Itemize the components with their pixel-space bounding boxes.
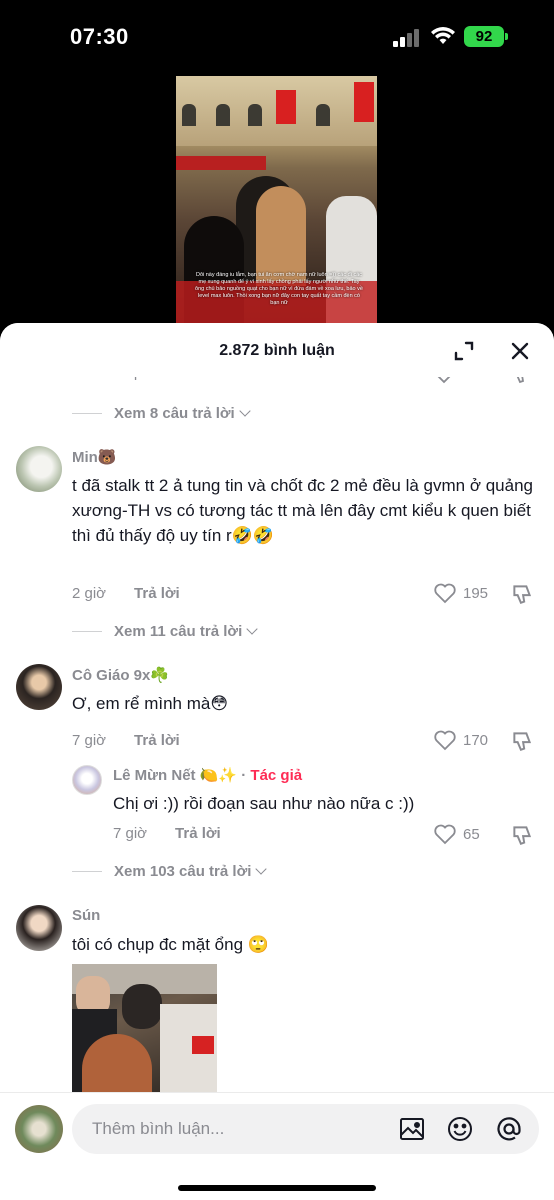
reply-author[interactable]: Lê Mừn Nết 🍋✨ · Tác giả [113, 766, 302, 784]
view-replies-button[interactable]: Xem 103 câu trả lời [72, 863, 268, 880]
chevron-down-icon [246, 623, 258, 635]
comment-text: tôi có chụp đc mặt ổng 🙄 [72, 935, 269, 954]
author-badge: Tác giả [250, 767, 303, 784]
expand-icon [454, 341, 474, 361]
video-window [182, 104, 196, 126]
view-replies-button[interactable]: Xem 8 câu trả lời [72, 405, 251, 422]
comment-author[interactable]: Sún [72, 907, 100, 924]
comment-text: Ơ, em rể mình mà😳 [72, 694, 229, 713]
video-person [256, 186, 306, 286]
reply-button[interactable]: Trả lời [134, 585, 180, 602]
avatar[interactable] [72, 765, 102, 795]
chevron-down-icon [239, 405, 251, 417]
divider [72, 631, 102, 632]
like-count: 65 [463, 825, 480, 843]
heart-icon [434, 583, 456, 604]
comment-time: 7 giờ [72, 732, 107, 749]
dislike-icon[interactable] [510, 729, 534, 753]
expand-button[interactable] [449, 336, 479, 366]
comment-text: Chị ơi :)) rồi đoạn sau như nào nữa c :)… [113, 794, 415, 813]
avatar[interactable] [16, 664, 62, 710]
home-indicator [178, 1185, 376, 1191]
video-sign [176, 156, 266, 170]
video-window [216, 104, 230, 126]
video-window [248, 104, 262, 126]
signal-icon [393, 29, 423, 47]
comment-photo[interactable] [72, 964, 217, 1094]
comment-time: 7 giờ [113, 825, 148, 842]
status-time: 07:30 [70, 24, 129, 49]
like-count: 170 [463, 731, 489, 749]
comment-text: t đã stalk tt 2 ả tung tin và chốt đc 2 … [72, 476, 533, 545]
dislike-icon[interactable] [510, 582, 534, 606]
dislike-icon[interactable] [510, 823, 534, 847]
comment-input[interactable] [92, 1104, 382, 1154]
photo-flag [192, 1036, 214, 1054]
view-replies-label: Xem 8 câu trả lời [114, 405, 235, 422]
wifi-icon [431, 27, 455, 44]
comment-input-wrapper [72, 1104, 539, 1154]
comment-meta: 2 giờ Trả lời [72, 585, 180, 602]
heart-icon [434, 824, 456, 845]
like-count: 195 [463, 584, 489, 602]
comment-sheet: 2.872 bình luận 32 phút Trả lời 101 Xem … [0, 323, 554, 1200]
sheet-header: 2.872 bình luận [0, 323, 554, 377]
reply-button[interactable]: Trả lời [175, 825, 221, 842]
divider [72, 413, 102, 414]
image-icon[interactable] [399, 1117, 425, 1141]
photo-fan [82, 1034, 152, 1094]
photo-person [122, 984, 162, 1029]
comment-author[interactable]: Min🐻 [72, 448, 117, 466]
mention-icon[interactable] [496, 1116, 522, 1142]
chevron-down-icon [255, 863, 268, 875]
view-replies-label: Xem 103 câu trả lời [114, 863, 252, 880]
heart-icon [434, 730, 456, 751]
comment-author[interactable]: Cô Giáo 9x☘️ [72, 666, 169, 684]
avatar[interactable] [16, 905, 62, 951]
avatar[interactable] [16, 446, 62, 492]
video-flag [354, 82, 374, 122]
video-flag [276, 90, 296, 124]
video-preview[interactable]: Dôi này đáng iu lắm, bạn tui ăn cơm chờ … [176, 76, 377, 338]
like-button[interactable]: 65 [433, 823, 480, 845]
reply-author-name: Lê Mừn Nết 🍋✨ [113, 767, 238, 784]
view-replies-label: Xem 11 câu trả lời [114, 623, 243, 640]
user-avatar[interactable] [15, 1105, 63, 1153]
emoji-icon[interactable] [447, 1116, 473, 1142]
status-bar: 07:30 92 [0, 0, 554, 72]
video-window [316, 104, 330, 126]
author-separator: · [237, 767, 251, 784]
close-icon [511, 342, 529, 360]
comment-time: 2 giờ [72, 585, 107, 602]
reply-button[interactable]: Trả lời [134, 732, 180, 749]
view-replies-button[interactable]: Xem 11 câu trả lời [72, 623, 258, 640]
comment-meta: 7 giờ Trả lời [72, 732, 180, 749]
divider [72, 871, 102, 872]
close-button[interactable] [505, 336, 535, 366]
video-caption: Dôi này đáng iu lắm, bạn tui ăn cơm chờ … [195, 272, 363, 306]
battery-indicator: 92 [464, 26, 508, 47]
like-button[interactable]: 170 [433, 729, 488, 751]
comment-meta: 7 giờ Trả lời [113, 825, 221, 842]
comment-input-bar [0, 1092, 554, 1200]
like-button[interactable]: 195 [433, 582, 488, 604]
